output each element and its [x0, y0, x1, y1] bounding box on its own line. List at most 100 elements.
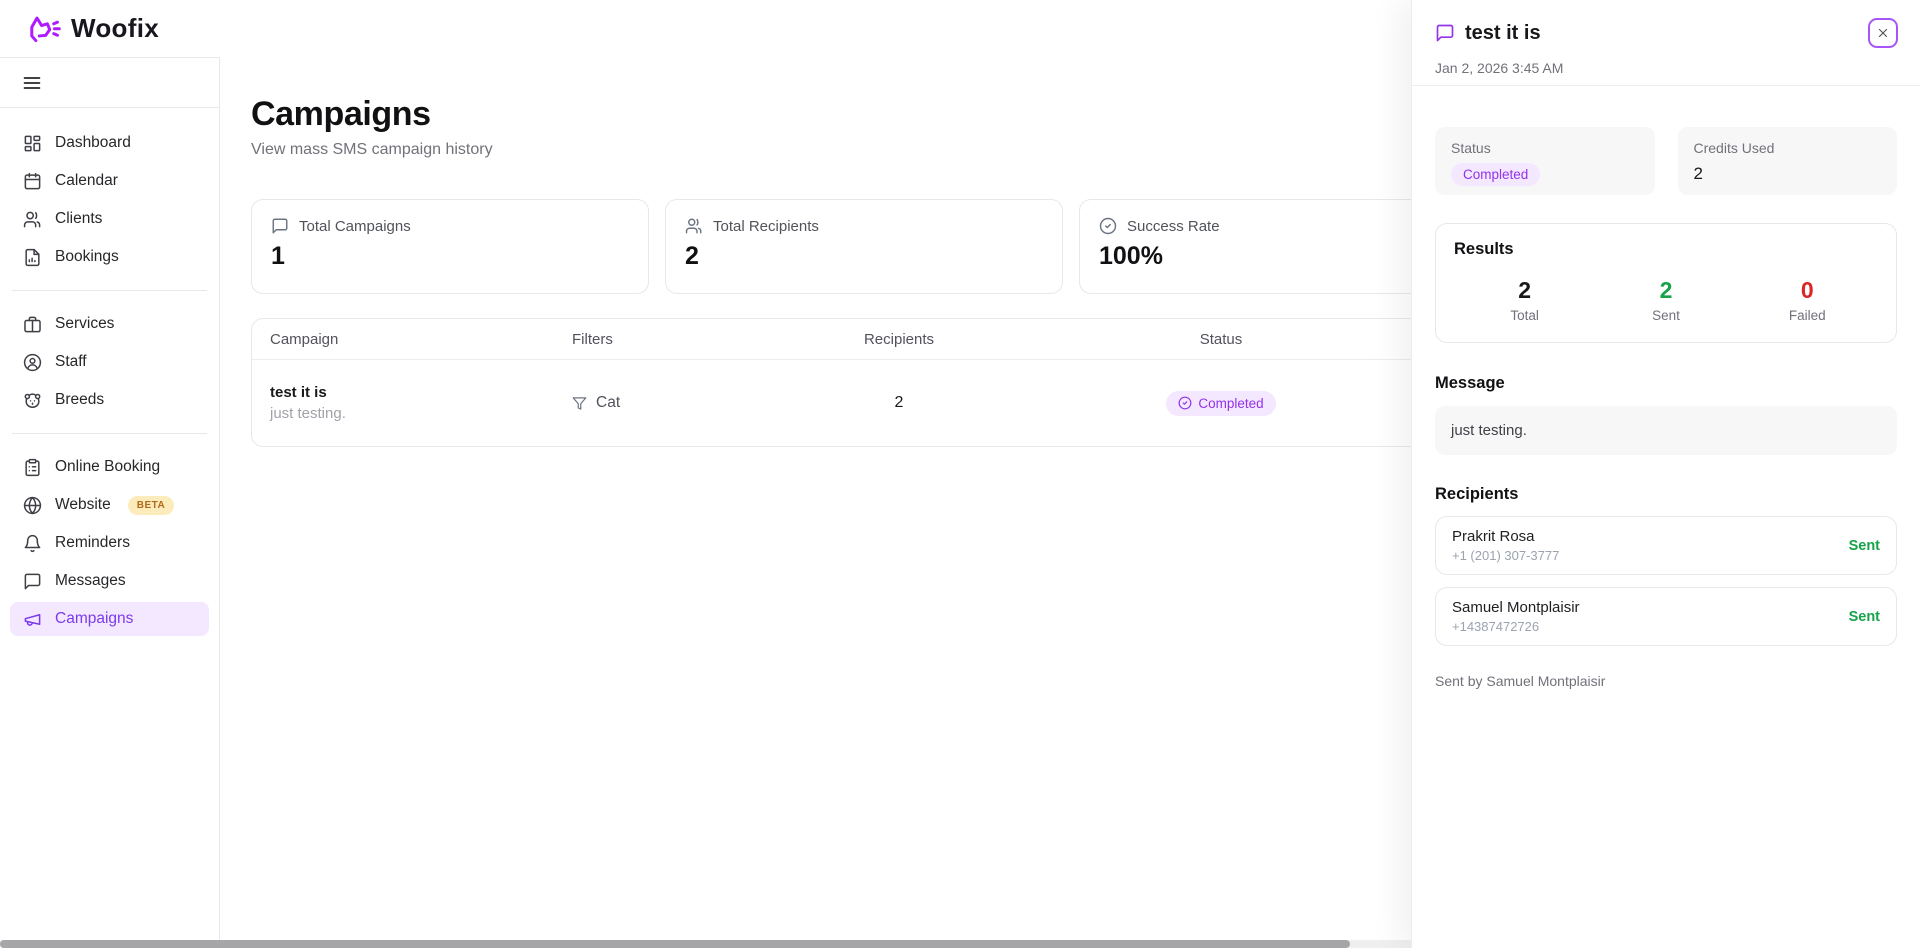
message-icon	[23, 572, 42, 591]
sidebar-item-dashboard[interactable]: Dashboard	[10, 126, 209, 160]
recipients-heading: Recipients	[1435, 485, 1897, 504]
dog-icon	[23, 391, 42, 410]
sidebar-divider	[12, 433, 207, 434]
drawer-header: test it is Jan 2, 2026 3:45 AM	[1412, 0, 1920, 86]
column-header-recipients: Recipients	[812, 331, 986, 348]
sidebar-item-bookings[interactable]: Bookings	[10, 240, 209, 274]
column-header-status: Status	[986, 331, 1456, 348]
results-card: Results 2 Total 2 Sent 0 Failed	[1435, 223, 1897, 343]
sidebar-item-services[interactable]: Services	[10, 307, 209, 341]
megaphone-icon	[23, 610, 42, 629]
sidebar-item-online-booking[interactable]: Online Booking	[10, 450, 209, 484]
credits-card: Credits Used 2	[1678, 127, 1898, 195]
table-row[interactable]: test it is just testing. Cat 2 Completed	[252, 360, 1476, 446]
sidebar-item-messages[interactable]: Messages	[10, 564, 209, 598]
results-heading: Results	[1454, 240, 1878, 259]
beta-badge: BETA	[128, 496, 174, 515]
menu-icon[interactable]	[22, 73, 42, 93]
stat-card-total-recipients: Total Recipients 2	[665, 199, 1063, 294]
file-chart-icon	[23, 248, 42, 267]
calendar-icon	[23, 172, 42, 191]
column-header-filters: Filters	[572, 331, 812, 348]
sidebar-item-clients[interactable]: Clients	[10, 202, 209, 236]
recipient-phone: +14387472726	[1452, 619, 1580, 634]
clipboard-icon	[23, 458, 42, 477]
sidebar-item-label: Bookings	[55, 248, 119, 266]
sidebar-divider	[12, 290, 207, 291]
status-badge: Completed	[1166, 391, 1275, 416]
campaign-description: just testing.	[270, 405, 572, 422]
message-heading: Message	[1435, 374, 1897, 393]
filter-funnel-icon	[572, 396, 587, 411]
stat-label: Total Recipients	[713, 218, 819, 235]
users-icon	[685, 217, 703, 235]
column-header-campaign: Campaign	[252, 331, 572, 348]
sidebar-item-label: Calendar	[55, 172, 118, 190]
campaigns-table: Campaign Filters Recipients Status test …	[251, 318, 1477, 447]
check-circle-icon	[1178, 396, 1192, 410]
recipient-status: Sent	[1849, 538, 1880, 554]
results-total: 2 Total	[1454, 277, 1595, 323]
sidebar-item-label: Website	[55, 496, 111, 514]
status-label: Status	[1451, 140, 1639, 156]
message-icon	[1435, 23, 1455, 43]
status-badge: Completed	[1451, 163, 1540, 186]
brand-name: Woofix	[71, 13, 159, 44]
stat-label: Success Rate	[1127, 218, 1220, 235]
stat-label: Total Campaigns	[299, 218, 411, 235]
briefcase-icon	[23, 315, 42, 334]
sidebar-item-label: Messages	[55, 572, 126, 590]
table-header: Campaign Filters Recipients Status	[252, 319, 1476, 360]
dashboard-icon	[23, 134, 42, 153]
brand-logo[interactable]: Woofix	[26, 12, 159, 46]
sidebar-item-label: Services	[55, 315, 114, 333]
stat-value: 1	[271, 242, 629, 271]
campaign-timestamp: Jan 2, 2026 3:45 AM	[1435, 60, 1898, 76]
bell-icon	[23, 534, 42, 553]
recipients-section: Recipients Prakrit Rosa +1 (201) 307-377…	[1435, 485, 1897, 646]
horizontal-scrollbar[interactable]	[0, 940, 1411, 948]
sidebar-item-calendar[interactable]: Calendar	[10, 164, 209, 198]
status-card: Status Completed	[1435, 127, 1655, 195]
results-failed: 0 Failed	[1737, 277, 1878, 323]
message-icon	[271, 217, 289, 235]
sidebar-item-staff[interactable]: Staff	[10, 345, 209, 379]
close-icon	[1876, 26, 1890, 40]
sidebar-item-label: Online Booking	[55, 458, 160, 476]
sidebar-item-label: Campaigns	[55, 610, 133, 628]
recipient-row: Samuel Montplaisir +14387472726 Sent	[1435, 587, 1897, 646]
filter-value: Cat	[596, 394, 620, 412]
sidebar-item-campaigns[interactable]: Campaigns	[10, 602, 209, 636]
campaign-name: test it is	[270, 384, 572, 401]
recipient-row: Prakrit Rosa +1 (201) 307-3777 Sent	[1435, 516, 1897, 575]
sidebar: Dashboard Calendar Clients Bookings Serv…	[0, 57, 220, 948]
sidebar-item-breeds[interactable]: Breeds	[10, 383, 209, 417]
sidebar-item-label: Dashboard	[55, 134, 131, 152]
sidebar-item-label: Reminders	[55, 534, 130, 552]
check-circle-icon	[1099, 217, 1117, 235]
sidebar-item-label: Breeds	[55, 391, 104, 409]
recipient-phone: +1 (201) 307-3777	[1452, 548, 1559, 563]
message-body: just testing.	[1435, 406, 1897, 455]
sidebar-item-website[interactable]: Website BETA	[10, 488, 209, 522]
recipient-status: Sent	[1849, 609, 1880, 625]
campaign-detail-drawer: test it is Jan 2, 2026 3:45 AM Status Co…	[1411, 0, 1920, 948]
user-circle-icon	[23, 353, 42, 372]
sidebar-item-label: Staff	[55, 353, 87, 371]
scrollbar-thumb[interactable]	[0, 940, 1350, 948]
credits-value: 2	[1694, 164, 1882, 184]
stat-card-total-campaigns: Total Campaigns 1	[251, 199, 649, 294]
sent-by-text: Sent by Samuel Montplaisir	[1435, 673, 1897, 689]
sidebar-item-reminders[interactable]: Reminders	[10, 526, 209, 560]
message-section: Message just testing.	[1435, 374, 1897, 455]
stat-value: 100%	[1099, 242, 1457, 271]
recipients-count: 2	[812, 394, 986, 412]
recipient-name: Prakrit Rosa	[1452, 528, 1559, 545]
recipient-name: Samuel Montplaisir	[1452, 599, 1580, 616]
globe-icon	[23, 496, 42, 515]
users-icon	[23, 210, 42, 229]
sidebar-item-label: Clients	[55, 210, 102, 228]
credits-label: Credits Used	[1694, 140, 1882, 156]
results-sent: 2 Sent	[1595, 277, 1736, 323]
close-button[interactable]	[1868, 18, 1898, 48]
